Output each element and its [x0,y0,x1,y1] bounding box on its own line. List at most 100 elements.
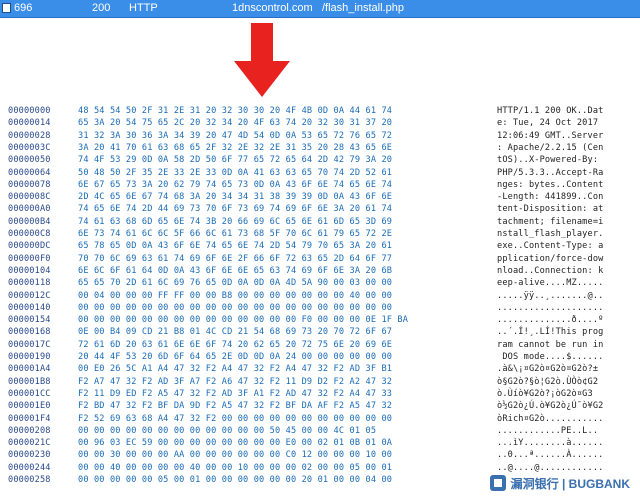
hex-ascii: tent-Disposition: at [497,204,604,215]
hex-bytes: F2 11 D9 ED F2 A5 47 32 F2 AD 3F A1 F2 A… [78,388,393,399]
hex-ascii: nges: bytes..Content [497,179,604,190]
hex-ascii: exe..Content-Type: a [497,241,604,252]
hex-bytes: 48 54 54 50 2F 31 2E 31 20 32 30 30 20 4… [78,106,393,116]
hex-bytes: 00 04 00 00 00 FF FF 00 00 B8 00 00 00 0… [78,290,393,301]
hex-bytes: 0E 00 B4 09 CD 21 B8 01 4C CD 21 54 68 6… [78,327,393,338]
hex-bytes: F2 BD 47 32 F2 BF DA 9D F2 A5 47 32 F2 B… [78,401,393,412]
hex-offset: 0000008C [8,192,51,203]
hex-bytes: 65 65 70 2D 61 6C 69 76 65 0D 0A 0D 0A 4… [78,278,393,289]
hex-ascii: ..0...ª......À...... [497,450,604,461]
hex-offset: 00000118 [8,278,51,289]
hex-bytes: 31 32 3A 30 36 3A 34 39 20 47 4D 54 0D 0… [78,130,393,141]
hex-ascii: ò½G2ò¿Ú.ò¥G2ò¿Ú¯ò¥G2 [497,401,604,412]
watermark: 漏洞银行 | BUGBANK [484,472,634,494]
hex-offset: 00000230 [8,450,51,461]
hex-bytes: 2D 4C 65 6E 67 74 68 3A 20 34 34 31 38 3… [78,192,393,203]
hex-bytes: 65 3A 20 54 75 65 2C 20 32 34 20 4F 63 7… [78,118,393,129]
session-protocol: HTTP [129,2,158,14]
hex-offset: 000000F0 [8,253,51,264]
hex-bytes: 00 00 00 00 00 00 00 00 00 00 00 00 00 0… [78,315,409,326]
hex-bytes: 74 65 6E 74 2D 44 69 73 70 6F 73 69 74 6… [78,204,393,215]
hex-bytes: 00 00 00 00 00 00 00 00 00 00 00 00 50 4… [78,425,377,436]
hex-offset: 00000190 [8,352,51,362]
hex-offset: 00000078 [8,179,51,190]
hex-offset: 0000017C [8,339,51,350]
hex-offset: 0000012C [8,290,51,301]
watermark-text: 漏洞银行 | BUGBANK [510,476,630,491]
hex-offset: 000001E0 [8,401,51,412]
hex-offset: 000000C8 [8,229,51,239]
hex-offset: 000001A4 [8,364,51,375]
document-icon [2,3,11,13]
hex-offset: 000001CC [8,388,51,399]
hex-ascii: eep-alive....MZ..... [497,278,604,289]
hex-offset: 00000050 [8,155,51,166]
hex-bytes: F2 A7 47 32 F2 AD 3F A7 F2 A6 47 32 F2 1… [78,376,393,387]
hex-ascii: ...ìY........à...... [497,438,604,449]
session-row-selected[interactable]: 696 200 HTTP 1dnscontrol.com /flash_inst… [0,0,640,18]
hex-offset: 00000244 [8,462,51,473]
hex-bytes: 3A 20 41 70 61 63 68 65 2F 32 2E 32 2E 3… [78,142,393,153]
hex-bytes: 00 96 03 EC 59 00 00 00 00 00 00 00 00 E… [78,438,393,449]
hex-ascii: ò.Ùíò¥G2ò­?¡ò­G2ò¤G3 [497,388,593,399]
session-number: 696 [14,2,33,14]
hex-ascii: tOS)..X-Powered-By: [497,155,604,166]
down-arrow-icon [234,23,290,97]
hex-ascii: òRich¤G2ò........... [497,413,604,424]
hex-bytes: 74 4F 53 29 0D 0A 58 2D 50 6F 77 65 72 6… [78,155,393,166]
hex-bytes: 72 61 6D 20 63 61 6E 6E 6F 74 20 62 65 2… [78,339,393,350]
hex-bytes: 65 78 65 0D 0A 43 6F 6E 74 65 6E 74 2D 5… [78,241,393,252]
hex-offset: 00000208 [8,425,51,436]
hex-offset: 00000014 [8,118,51,129]
hex-bytes: 70 70 6C 69 63 61 74 69 6F 6E 2F 66 6F 7… [78,253,393,264]
hex-offset: 000000DC [8,241,51,252]
hex-ascii: 12:06:49 GMT..Server [497,130,604,141]
hex-ascii: .à&\¡¤G2ò¤G2ò¤G2ò­?± [497,364,599,375]
hex-offset: 0000021C [8,438,51,449]
hex-offset: 000000B4 [8,216,51,227]
hex-bytes: 6E 67 65 73 3A 20 62 79 74 65 73 0D 0A 4… [78,179,393,190]
hex-ascii: nload..Connection: k [497,265,604,276]
hex-offset: 00000064 [8,167,51,178]
session-status: 200 [92,2,111,14]
hex-offset: 0000003C [8,142,51,153]
hex-ascii: .....ÿÿ..¸.......@.. [497,290,604,301]
hex-offset: 00000000 [8,106,51,116]
hex-bytes: 6E 73 74 61 6C 6C 5F 66 6C 61 73 68 5F 7… [78,229,393,239]
hex-ascii: DOS mode....$...... [497,352,604,362]
hex-ascii: ..´.Í!¸.LÍ!This prog [497,327,604,338]
hex-bytes: F2 52 69 63 68 A4 47 32 F2 00 00 00 00 0… [78,413,393,424]
hex-offset: 00000140 [8,302,51,313]
hex-ascii: ..............ð....º [497,315,604,326]
hex-bytes: 00 00 40 00 00 00 00 40 00 00 10 00 00 0… [78,462,393,473]
hex-ascii: : Apache/2.2.15 (Cen [497,142,604,153]
hex-bytes: 00 00 00 00 00 00 00 00 00 00 00 00 00 0… [78,302,393,313]
hex-offset: 000001F4 [8,413,51,424]
hex-ascii: -Length: 441899..Con [497,192,604,203]
hex-bytes: 50 48 50 2F 35 2E 33 2E 33 0D 0A 41 63 6… [78,167,393,178]
hex-ascii: PHP/5.3.3..Accept-Ra [497,167,604,178]
hex-ascii: tachment; filename=i [497,216,604,227]
hex-bytes: 00 00 30 00 00 00 AA 00 00 00 00 00 00 C… [78,450,393,461]
hex-offset: 000001B8 [8,376,51,387]
hex-offset: 00000028 [8,130,51,141]
hex-bytes: 6E 6C 6F 61 64 0D 0A 43 6F 6E 6E 65 63 7… [78,265,393,276]
hex-view[interactable]: 00000000 48 54 54 50 2F 31 2E 31 20 32 30… [0,100,640,498]
hex-offset: 00000168 [8,327,51,338]
bugbank-logo-icon [489,475,506,491]
session-host: 1dnscontrol.com [232,2,313,14]
hex-ascii: pplication/force-dow [497,253,604,264]
hex-offset: 00000154 [8,315,51,326]
hex-bytes: 74 61 63 68 6D 65 6E 74 3B 20 66 69 6C 6… [78,216,393,227]
hex-offset: 000000A0 [8,204,51,215]
hex-ascii: HTTP/1.1 200 OK..Dat [497,106,604,116]
hex-bytes: 00 E0 26 5C A1 A4 47 32 F2 A4 47 32 F2 A… [78,364,393,375]
hex-ascii: nstall_flash_player. [497,229,604,239]
hex-ascii: ò§G2ò­?§ò¦G2ò.ÙÒò¢G2 [497,376,599,387]
hex-ascii: e: Tue, 24 Oct 2017 [497,118,604,129]
hex-bytes: 00 00 00 00 00 05 00 01 00 00 00 00 00 0… [78,475,393,485]
hex-ascii: ............PE..L.. [497,425,599,436]
hex-ascii: .................... [497,302,604,313]
session-url: /flash_install.php [322,2,404,14]
hex-offset: 00000258 [8,475,51,485]
